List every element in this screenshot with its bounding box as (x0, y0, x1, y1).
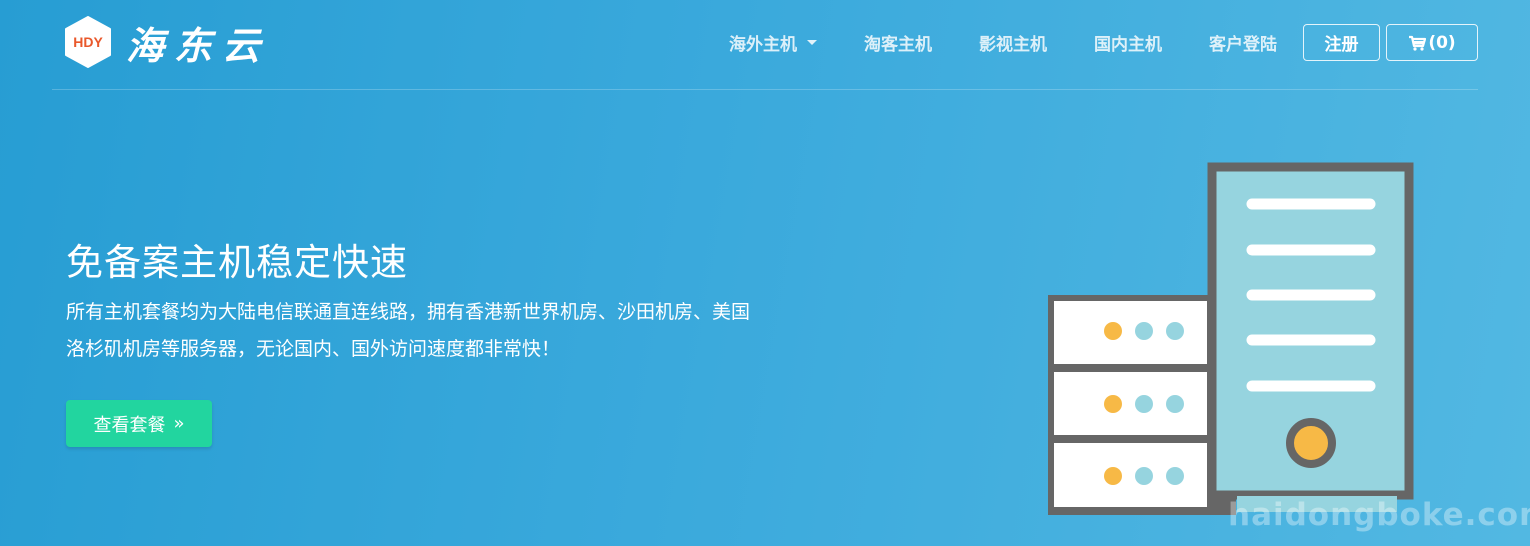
view-plans-label: 查看套餐 (93, 414, 166, 436)
chevron-down-icon (807, 40, 817, 45)
cart-button[interactable]: (0) (1386, 24, 1478, 61)
nav-item-label: 淘客主机 (864, 35, 932, 55)
nav-item-overseas-hosting[interactable]: 海外主机 (729, 30, 817, 55)
hero-description: 所有主机套餐均为大陆电信联通直连线路，拥有香港新世界机房、沙田机房、美国洛杉矶机… (66, 301, 751, 360)
register-button[interactable]: 注册 (1303, 24, 1380, 61)
server-rack-illustration (1048, 162, 1414, 515)
brand-logo[interactable]: HDY 海东云 (64, 16, 270, 68)
brand-name: 海东云 (126, 22, 271, 68)
nav-item-label: 客户登陆 (1209, 35, 1277, 55)
cart-icon (1409, 35, 1427, 51)
hero-title: 免备案主机稳定快速 (66, 241, 408, 284)
nav-item-label: 影视主机 (979, 35, 1047, 55)
nav-item-client-login[interactable]: 客户登陆 (1209, 30, 1277, 55)
site-header: HDY 海东云 海外主机 淘客主机 影视主机 国内主机 客户登陆 注册 (0) (52, 0, 1478, 90)
main-nav: 海外主机 淘客主机 影视主机 国内主机 客户登陆 注册 (0) (729, 24, 1478, 61)
cart-count: (0) (1428, 32, 1456, 53)
nav-item-taoke-hosting[interactable]: 淘客主机 (864, 30, 932, 55)
hdy-logo-icon: HDY (65, 16, 111, 68)
view-plans-button[interactable]: 查看套餐 » (66, 400, 212, 447)
watermark: haidongboke.com (1228, 497, 1530, 533)
logo-abbr: HDY (73, 34, 103, 50)
nav-item-label: 海外主机 (729, 35, 797, 55)
nav-item-domestic-hosting[interactable]: 国内主机 (1094, 30, 1162, 55)
double-chevron-right-icon: » (173, 413, 185, 434)
nav-item-video-hosting[interactable]: 影视主机 (979, 30, 1047, 55)
nav-item-label: 国内主机 (1094, 35, 1162, 55)
